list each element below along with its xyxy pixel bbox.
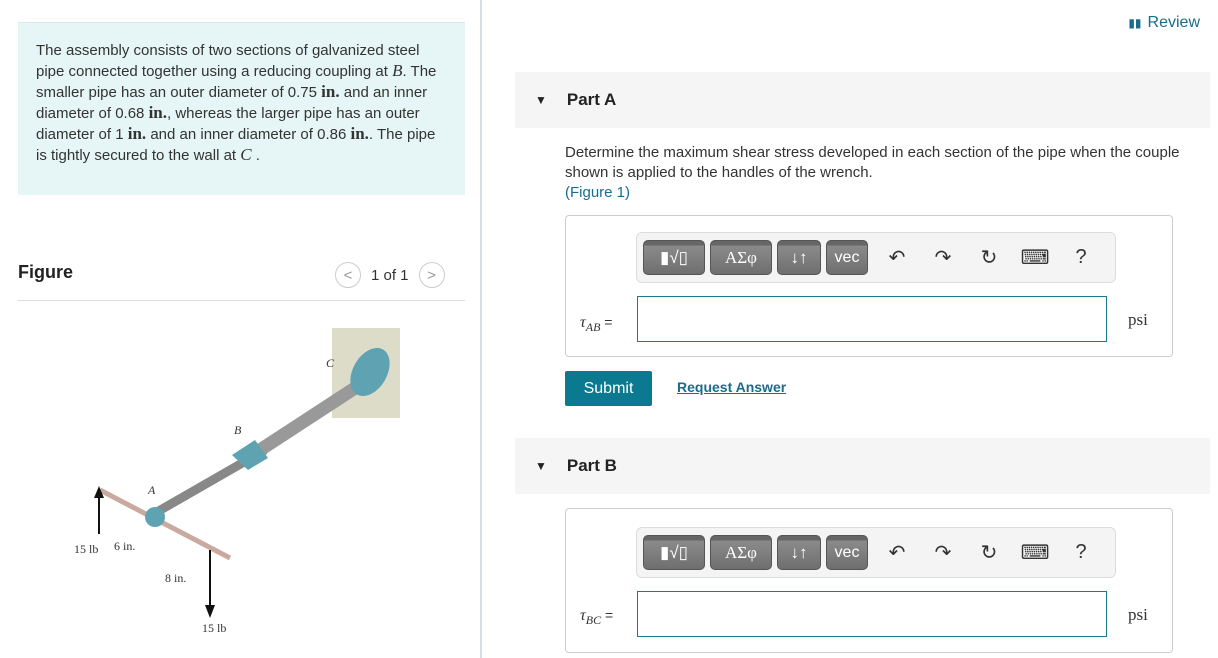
part-b-header[interactable]: ▼ Part B: [515, 438, 1210, 494]
undo-icon[interactable]: ↶: [875, 540, 919, 565]
math-toolbar: ▮√▯ ΑΣφ ↓↑ vec ↶ ↷ ↻ ⌨ ?: [636, 527, 1116, 578]
vec-button[interactable]: vec: [826, 240, 868, 275]
greek-button[interactable]: ΑΣφ: [710, 240, 772, 275]
unit-psi-b: psi: [1128, 605, 1148, 624]
next-figure-button[interactable]: >: [418, 262, 445, 288]
dim-6in: 6 in.: [114, 539, 135, 553]
collapse-icon: ▼: [535, 93, 547, 107]
request-answer-link[interactable]: Request Answer: [677, 379, 786, 395]
part-a-description: Determine the maximum shear stress devel…: [565, 144, 1180, 201]
force-label-right: 15 lb: [202, 621, 226, 635]
unit-psi-a: psi: [1128, 310, 1148, 329]
redo-icon[interactable]: ↷: [921, 245, 965, 270]
help-icon[interactable]: ?: [1059, 246, 1103, 269]
redo-icon[interactable]: ↷: [921, 540, 965, 565]
review-link[interactable]: ▮▮ Review: [1128, 14, 1200, 32]
tau-ab-input[interactable]: [637, 296, 1107, 342]
tau-ab-label: τAB =: [580, 314, 613, 335]
collapse-icon: ▼: [535, 459, 547, 473]
prev-figure-button[interactable]: <: [335, 262, 361, 288]
part-b-answer-box: ▮√▯ ΑΣφ ↓↑ vec ↶ ↷ ↻ ⌨ ? τBC = psi: [565, 508, 1173, 653]
book-icon: ▮▮: [1128, 16, 1142, 30]
label-a: A: [147, 483, 156, 497]
large-pipe: [256, 382, 359, 456]
pipe-figure: C B A 15 lb 6 in. 8 in. 15 lb: [74, 328, 400, 635]
problem-statement: The assembly consists of two sections of…: [18, 22, 465, 195]
reset-icon[interactable]: ↻: [967, 245, 1011, 270]
figure-heading: Figure: [18, 262, 74, 282]
submit-button[interactable]: Submit: [565, 371, 652, 406]
label-c: C: [326, 356, 335, 370]
panel-divider: [480, 0, 482, 658]
part-a-title: Part A: [566, 90, 617, 109]
part-b-title: Part B: [566, 456, 617, 475]
figure-link[interactable]: (Figure 1): [565, 184, 630, 201]
figure-pager: < 1 of 1 >: [335, 262, 445, 288]
keyboard-icon[interactable]: ⌨: [1013, 540, 1057, 565]
help-icon[interactable]: ?: [1059, 541, 1103, 564]
keyboard-icon[interactable]: ⌨: [1013, 245, 1057, 270]
part-a-header[interactable]: ▼ Part A: [515, 72, 1210, 128]
arrow-head-down: [205, 605, 215, 618]
undo-icon[interactable]: ↶: [875, 245, 919, 270]
arrows-button[interactable]: ↓↑: [777, 535, 821, 570]
reset-icon[interactable]: ↻: [967, 540, 1011, 565]
part-a-answer-box: ▮√▯ ΑΣφ ↓↑ vec ↶ ↷ ↻ ⌨ ? τAB = psi: [565, 215, 1173, 357]
vec-button[interactable]: vec: [826, 535, 868, 570]
templates-button[interactable]: ▮√▯: [643, 240, 705, 275]
fitting-a: [145, 507, 165, 527]
tau-bc-input[interactable]: [637, 591, 1107, 637]
templates-button[interactable]: ▮√▯: [643, 535, 705, 570]
label-b: B: [234, 423, 242, 437]
arrows-button[interactable]: ↓↑: [777, 240, 821, 275]
greek-button[interactable]: ΑΣφ: [710, 535, 772, 570]
review-label: Review: [1147, 14, 1200, 31]
dim-8in: 8 in.: [165, 571, 186, 585]
divider: [18, 300, 465, 301]
pager-text: 1 of 1: [371, 266, 409, 284]
tau-bc-label: τBC =: [580, 607, 614, 628]
force-label-left: 15 lb: [74, 542, 98, 556]
math-toolbar: ▮√▯ ΑΣφ ↓↑ vec ↶ ↷ ↻ ⌨ ?: [636, 232, 1116, 283]
